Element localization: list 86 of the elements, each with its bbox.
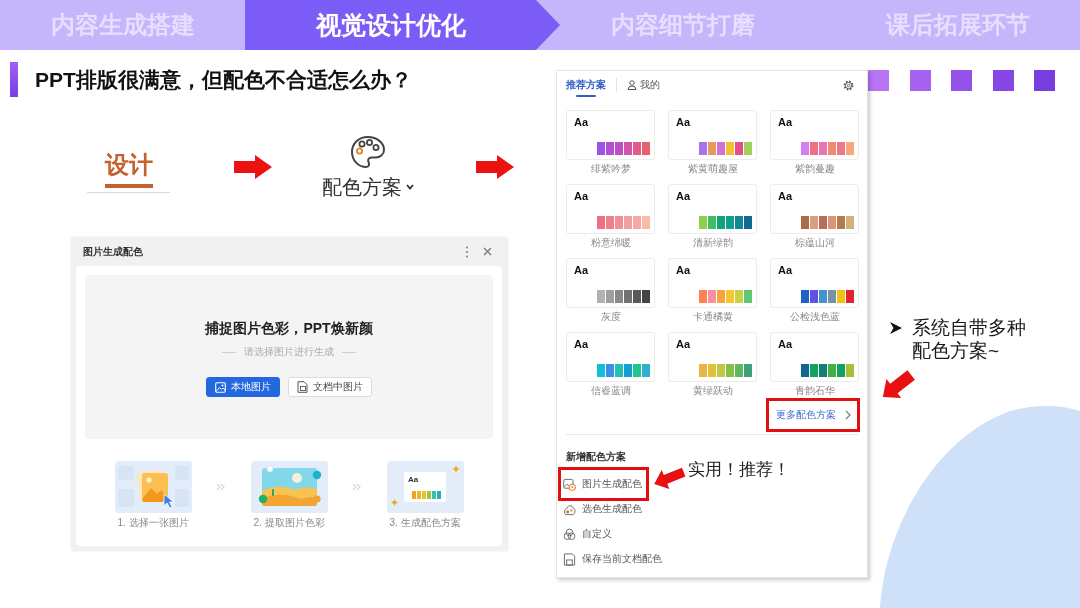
sparkle-icon xyxy=(451,465,460,473)
decor-square xyxy=(909,70,931,91)
menu-item[interactable]: 自定义 xyxy=(563,521,612,547)
scheme-card[interactable]: Aa xyxy=(770,332,859,382)
sample-text: Aa xyxy=(574,116,589,129)
scheme-name: 青韵石华 xyxy=(794,385,835,397)
scheme-card[interactable]: Aa xyxy=(770,258,859,308)
color-scheme-button[interactable]: 配色方案 xyxy=(322,135,414,199)
user-icon xyxy=(627,80,637,90)
image-palette-icon xyxy=(563,477,576,491)
palette-icon xyxy=(563,502,576,516)
image-icon xyxy=(215,381,226,393)
scheme-card[interactable]: Aa xyxy=(566,332,655,382)
close-icon[interactable] xyxy=(483,247,492,256)
double-chevron-icon xyxy=(352,483,362,491)
scheme-name: 紫韵蔓趣 xyxy=(794,163,835,175)
slide-heading: PPT排版很满意，但配色不合适怎么办？ xyxy=(35,66,412,93)
sample-text: Aa xyxy=(676,190,691,203)
save-document-icon xyxy=(563,552,576,566)
sample-text: Aa xyxy=(574,190,589,203)
scheme-name: 卡通橘黄 xyxy=(692,311,733,323)
arrow-icon xyxy=(234,155,272,179)
nav-tab[interactable]: 视觉设计优化 xyxy=(245,0,560,50)
decor-square xyxy=(1034,70,1055,91)
scheme-name: 紫黄萌趣屋 xyxy=(687,163,738,175)
menu-item[interactable]: 选色生成配色 xyxy=(563,496,642,522)
scheme-name: 黄绿跃动 xyxy=(692,385,733,397)
sample-text: Aa xyxy=(676,338,691,351)
scheme-name: 粉意绵暖 xyxy=(590,237,631,249)
scheme-name: 绯紫吟梦 xyxy=(590,163,631,175)
scheme-name: 信睿蓝调 xyxy=(590,385,631,397)
panel-tab[interactable]: 我的 xyxy=(627,77,660,99)
scheme-card[interactable]: Aa xyxy=(668,184,757,234)
accent-bar xyxy=(10,62,18,97)
scheme-name: 棕蕴山河 xyxy=(794,237,835,249)
scheme-card[interactable]: Aa xyxy=(668,332,757,382)
design-tab[interactable]: 设计 xyxy=(104,149,153,188)
document-image-icon xyxy=(297,381,308,393)
more-schemes-link[interactable]: 更多配色方案 xyxy=(776,409,851,421)
panel-tab[interactable]: 推荐方案 xyxy=(566,77,606,99)
scheme-card[interactable]: Aa xyxy=(566,110,655,160)
scheme-card[interactable]: Aa xyxy=(566,184,655,234)
arrow-icon xyxy=(476,155,514,179)
step-label: 3. 生成配色方案 xyxy=(389,517,461,529)
sample-text: Aa xyxy=(676,116,691,129)
scheme-card[interactable]: Aa xyxy=(770,110,859,160)
sample-text: Aa xyxy=(778,116,793,129)
overlapping-circles-icon xyxy=(563,527,576,541)
sparkle-icon xyxy=(390,499,398,506)
scheme-card[interactable]: Aa xyxy=(770,184,859,234)
color-bars-drawing xyxy=(412,491,442,499)
menu-item[interactable]: 图片生成配色 xyxy=(563,471,642,497)
upload-hint: 请选择图片进行生成 xyxy=(244,346,334,358)
decor-square xyxy=(992,70,1014,91)
sample-text: Aa xyxy=(574,264,589,277)
dialog-title: 图片生成配色 xyxy=(83,244,144,259)
callout-text: 实用！推荐！ xyxy=(688,459,790,481)
step-label: 2. 提取图片色彩 xyxy=(253,517,325,529)
bullet-arrow-icon xyxy=(890,322,902,334)
sample-text: Aa xyxy=(778,264,793,277)
sample-text: Aa xyxy=(676,264,691,277)
local-image-button[interactable]: 本地图片 xyxy=(206,377,280,397)
double-chevron-icon xyxy=(216,483,226,491)
scheme-name: 清新绿韵 xyxy=(692,237,733,249)
sample-text: Aa xyxy=(574,338,589,351)
document-image-button[interactable]: 文档中图片 xyxy=(288,377,372,397)
step-label: 1. 选择一张图片 xyxy=(117,517,189,529)
note-text: 系统自带多种配色方案~ xyxy=(912,316,1027,362)
sample-text: Aa xyxy=(408,475,420,484)
decor-square xyxy=(868,70,889,91)
section-title: 新增配色方案 xyxy=(566,451,627,463)
more-icon[interactable] xyxy=(465,245,469,258)
scheme-card[interactable]: Aa xyxy=(566,258,655,308)
scheme-name: 灰度 xyxy=(600,311,621,323)
palette-icon xyxy=(350,135,386,169)
scheme-card[interactable]: Aa xyxy=(668,258,757,308)
scheme-name: 公检浅色蓝 xyxy=(789,311,840,323)
upload-headline: 捕捉图片色彩，PPT焕新颜 xyxy=(205,319,373,337)
sample-text: Aa xyxy=(778,338,793,351)
chevron-icon xyxy=(845,410,851,420)
settings-icon[interactable] xyxy=(843,80,854,91)
decor-square xyxy=(951,70,972,91)
caret-icon xyxy=(406,184,414,190)
sample-text: Aa xyxy=(778,190,793,203)
scheme-card[interactable]: Aa xyxy=(668,110,757,160)
menu-item[interactable]: 保存当前文档配色 xyxy=(563,546,662,572)
